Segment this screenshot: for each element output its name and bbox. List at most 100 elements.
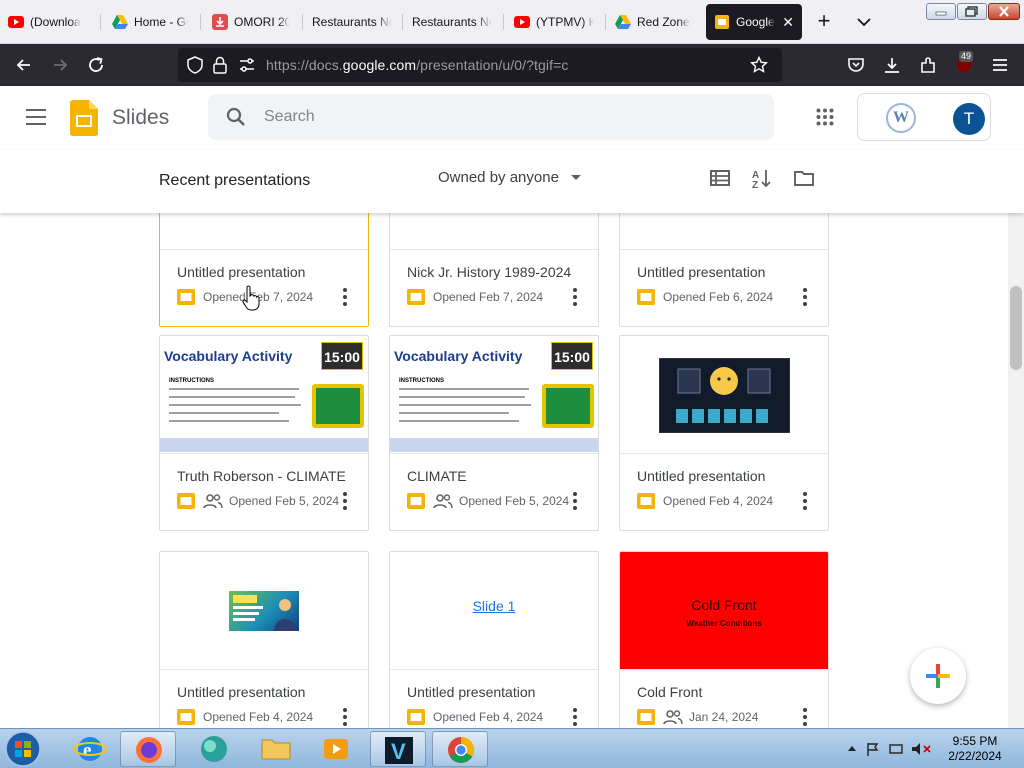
start-button-icon[interactable] xyxy=(3,730,43,768)
slide-thumbnail[interactable] xyxy=(160,552,368,670)
extension-badge: 49 xyxy=(959,51,974,62)
system-tray-icons[interactable] xyxy=(846,741,934,757)
shield-icon[interactable] xyxy=(186,56,204,74)
presentation-card[interactable]: Untitled presentation Opened Feb 4, 2024 xyxy=(159,551,369,728)
search-icon[interactable] xyxy=(226,107,246,127)
permissions-icon[interactable] xyxy=(238,57,256,73)
media-player-taskbar-icon[interactable] xyxy=(308,731,364,767)
internet-explorer-taskbar-icon[interactable]: e xyxy=(62,731,118,767)
browser-tab[interactable]: (YTPMV) K xyxy=(506,4,602,40)
browser-tab[interactable]: (Downloa xyxy=(0,4,96,40)
apps-grid-icon[interactable] xyxy=(816,108,834,126)
more-options-icon[interactable] xyxy=(342,288,348,306)
slide-thumbnail[interactable]: Slide 1 xyxy=(390,552,598,670)
presentation-title: Untitled presentation xyxy=(407,684,536,700)
sort-az-icon[interactable]: AZ xyxy=(751,167,773,189)
section-heading: Recent presentations xyxy=(159,172,311,189)
browser-tab[interactable]: Red Zone xyxy=(607,4,701,40)
lock-icon[interactable] xyxy=(212,56,228,74)
hand-cursor-icon xyxy=(242,285,260,311)
more-options-icon[interactable] xyxy=(802,708,808,726)
search-box[interactable] xyxy=(208,94,774,140)
presentation-card[interactable]: Vocabulary Activity 15:00 INSTRUCTIONS C… xyxy=(389,335,599,531)
more-options-icon[interactable] xyxy=(572,492,578,510)
shared-people-icon xyxy=(433,494,453,509)
slides-file-icon xyxy=(177,493,195,509)
browser-tab[interactable]: Home - Go xyxy=(104,4,196,40)
presentation-title: Nick Jr. History 1989-2024 xyxy=(407,264,572,280)
thumbnail-link-text: Slide 1 xyxy=(472,598,516,614)
extensions-icon[interactable] xyxy=(918,55,938,75)
maximize-button[interactable] xyxy=(957,3,987,20)
minimize-button[interactable] xyxy=(926,3,956,20)
close-tab-icon[interactable]: ✕ xyxy=(776,14,794,31)
browser-tab-active[interactable]: Google ✕ xyxy=(706,4,802,40)
star-bookmark-icon[interactable] xyxy=(750,56,768,74)
url-text: https://docs.google.com/presentation/u/0… xyxy=(266,57,569,73)
search-input[interactable] xyxy=(264,106,744,128)
slides-logo-icon[interactable] xyxy=(70,100,98,136)
more-options-icon[interactable] xyxy=(572,288,578,306)
slide-thumbnail[interactable] xyxy=(620,213,828,250)
forward-arrow-icon[interactable] xyxy=(50,55,70,75)
workspace-logo: W xyxy=(886,103,916,133)
slide-thumbnail[interactable] xyxy=(390,213,598,250)
menu-hamburger-icon[interactable] xyxy=(990,55,1010,75)
reload-icon[interactable] xyxy=(86,55,106,75)
opened-date: Opened Feb 4, 2024 xyxy=(663,494,774,508)
more-options-icon[interactable] xyxy=(342,708,348,726)
opened-date: Opened Feb 7, 2024 xyxy=(433,290,544,304)
slides-file-icon xyxy=(177,289,195,305)
account-switcher[interactable]: W T xyxy=(857,93,991,141)
slide-thumbnail[interactable] xyxy=(620,336,828,454)
main-menu-icon[interactable] xyxy=(26,109,46,125)
list-toolbar: Recent presentations Owned by anyone AZ xyxy=(0,150,1024,213)
browser-tab[interactable]: Restaurants Ne xyxy=(404,4,500,40)
browser-tab[interactable]: Restaurants Ne xyxy=(304,4,400,40)
presentation-card[interactable]: Untitled presentation Opened Feb 4, 2024 xyxy=(619,335,829,531)
presentation-title: CLIMATE xyxy=(407,468,467,484)
pocket-icon[interactable] xyxy=(846,55,866,75)
slide-thumbnail[interactable] xyxy=(160,213,368,250)
more-options-icon[interactable] xyxy=(802,288,808,306)
slides-header: Slides W T xyxy=(0,86,1024,150)
list-view-icon[interactable] xyxy=(709,167,731,189)
thumbnail-text: INSTRUCTIONS xyxy=(169,378,214,384)
v-app-taskbar-icon[interactable]: V xyxy=(370,731,426,767)
app-taskbar-icon[interactable] xyxy=(186,731,242,767)
slides-file-icon xyxy=(637,709,655,725)
opened-date: Opened Feb 4, 2024 xyxy=(433,710,544,724)
back-arrow-icon[interactable] xyxy=(14,55,34,75)
plus-icon xyxy=(926,664,950,688)
scrollbar-thumb[interactable] xyxy=(1010,286,1022,370)
presentation-card[interactable]: Vocabulary Activity 15:00 INSTRUCTIONS T… xyxy=(159,335,369,531)
presentation-card[interactable]: Untitled presentation Opened Feb 6, 2024 xyxy=(619,213,829,327)
window-close-button[interactable] xyxy=(988,3,1020,20)
downloads-icon[interactable] xyxy=(882,55,902,75)
chrome-taskbar-icon[interactable] xyxy=(432,731,488,767)
slide-thumbnail[interactable]: Vocabulary Activity 15:00 INSTRUCTIONS xyxy=(160,336,368,454)
firefox-taskbar-icon[interactable] xyxy=(120,731,176,767)
presentation-card[interactable]: Nick Jr. History 1989-2024 Opened Feb 7,… xyxy=(389,213,599,327)
owner-filter-dropdown[interactable]: Owned by anyone xyxy=(438,169,581,186)
presentation-card[interactable]: Untitled presentation Opened Feb 7, 2024 xyxy=(159,213,369,327)
url-bar[interactable]: https://docs.google.com/presentation/u/0… xyxy=(178,48,782,82)
avatar[interactable]: T xyxy=(953,103,985,135)
slides-file-icon xyxy=(177,709,195,725)
presentation-card[interactable]: Cold Front Weather Conditions Cold Front… xyxy=(619,551,829,728)
folder-picker-icon[interactable] xyxy=(793,167,815,189)
google-drive-icon xyxy=(112,15,128,29)
presentation-card[interactable]: Slide 1 Untitled presentation Opened Feb… xyxy=(389,551,599,728)
opened-date: Opened Feb 5, 2024 xyxy=(459,494,570,508)
more-options-icon[interactable] xyxy=(342,492,348,510)
more-options-icon[interactable] xyxy=(572,708,578,726)
file-explorer-taskbar-icon[interactable] xyxy=(248,731,304,767)
slide-thumbnail[interactable]: Cold Front Weather Conditions xyxy=(620,552,828,670)
slide-thumbnail[interactable]: Vocabulary Activity 15:00 INSTRUCTIONS xyxy=(390,336,598,454)
browser-tab[interactable]: OMORI 20 xyxy=(204,4,298,40)
system-clock[interactable]: 9:55 PM 2/22/2024 xyxy=(940,734,1010,764)
new-tab-button[interactable]: + xyxy=(812,10,836,34)
chevron-down-icon[interactable] xyxy=(854,12,874,32)
more-options-icon[interactable] xyxy=(802,492,808,510)
new-presentation-button[interactable] xyxy=(910,648,966,704)
